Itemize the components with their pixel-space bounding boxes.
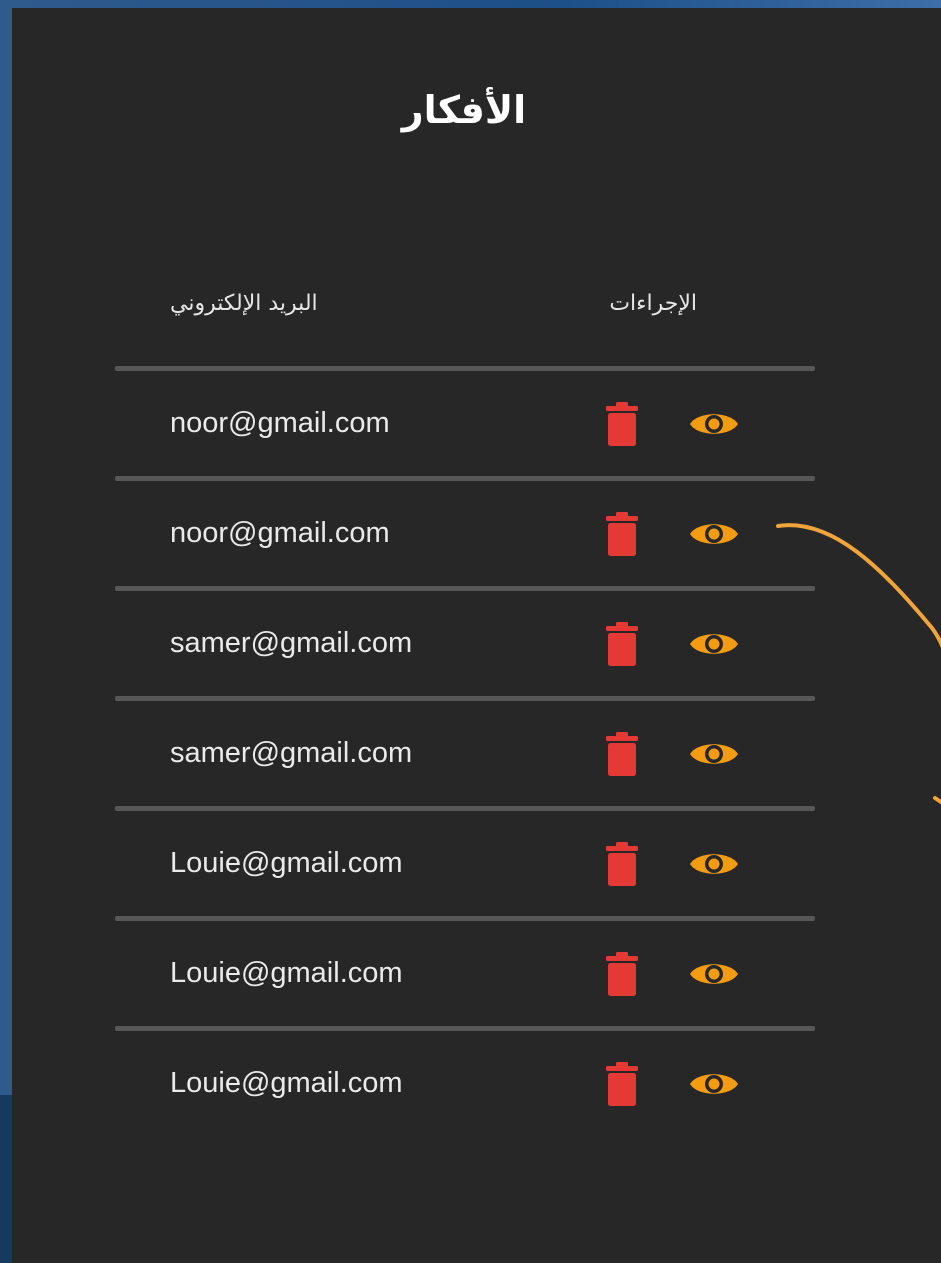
table-row: noor@gmail.com [115,371,815,476]
view-button[interactable] [688,1068,740,1100]
view-button[interactable] [688,628,740,660]
table-body: noor@gmail.com noor@gmail.com samer@gmail.… [115,366,815,1136]
eye-icon [690,744,738,764]
table-row: noor@gmail.com [115,481,815,586]
email-cell: samer@gmail.com [170,737,413,769]
delete-button[interactable] [605,1062,639,1106]
column-header-actions: الإجراءات [609,291,697,316]
view-button[interactable] [688,408,740,440]
email-cell: noor@gmail.com [170,517,390,549]
table-row: Louie@gmail.com [115,921,815,1026]
eye-icon [690,634,738,654]
delete-button[interactable] [605,402,639,446]
email-cell: noor@gmail.com [170,407,390,439]
trash-icon [606,732,638,776]
email-cell: Louie@gmail.com [170,1067,403,1099]
background-top-strip [0,0,941,8]
delete-button[interactable] [605,512,639,556]
eye-icon [690,414,738,434]
email-cell: Louie@gmail.com [170,957,403,989]
table-row: samer@gmail.com [115,701,815,806]
trash-icon [606,402,638,446]
email-cell: samer@gmail.com [170,627,413,659]
ideas-panel: الأفكار البريد الإلكتروني الإجراءات noor… [12,8,941,1263]
table-row: samer@gmail.com [115,591,815,696]
column-header-email: البريد الإلكتروني [170,291,318,316]
page-title: الأفكار [401,88,527,132]
view-button[interactable] [688,848,740,880]
table-row: Louie@gmail.com [115,1031,815,1136]
email-cell: Louie@gmail.com [170,847,403,879]
eye-icon [690,524,738,544]
trash-icon [606,512,638,556]
eye-icon [690,1074,738,1094]
table-row: Louie@gmail.com [115,811,815,916]
view-button[interactable] [688,958,740,990]
trash-icon [606,842,638,886]
trash-icon [606,952,638,996]
trash-icon [606,622,638,666]
delete-button[interactable] [605,842,639,886]
delete-button[interactable] [605,732,639,776]
view-button[interactable] [688,738,740,770]
delete-button[interactable] [605,952,639,996]
trash-icon [606,1062,638,1106]
delete-button[interactable] [605,622,639,666]
ideas-table: البريد الإلكتروني الإجراءات noor@gmail.c… [115,268,815,1136]
eye-icon [690,854,738,874]
view-button[interactable] [688,518,740,550]
table-header: البريد الإلكتروني الإجراءات [115,268,815,366]
eye-icon [690,964,738,984]
